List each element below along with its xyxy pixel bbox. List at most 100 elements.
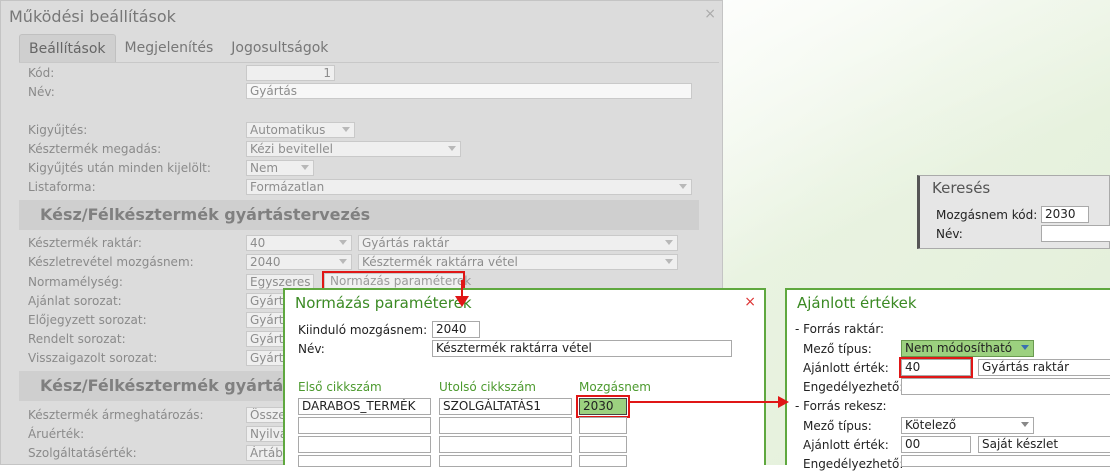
ajanlott-ertek-name[interactable]: Gyártás raktár [978,359,1110,376]
chevron-down-icon [339,259,347,264]
ajanlott-ertek2-name[interactable]: Saját készlet [978,436,1110,453]
arrow-head-right-icon [778,396,789,408]
rendelt-field[interactable]: Gyárt [246,331,286,347]
engedelyezheto2-input[interactable] [901,455,1110,467]
visszaigazolt-label: Visszaigazolt sorozat: [28,351,158,365]
chevron-down-icon [1021,345,1029,350]
normamelyseg-label: Normamélység: [28,275,123,289]
elojegyzett-field[interactable]: Gyárt [246,312,286,328]
mozgasnem-name-select[interactable]: Késztermék raktárra vétel [358,254,678,270]
chevron-down-icon [665,240,673,245]
kereses-mozgasnem-label: Mozgásnem kód: [936,208,1038,222]
section-gyartastervezes: Kész/Félkésztermék gyártástervezés [19,200,699,230]
row4-utolso-cikkszam[interactable] [439,455,572,467]
mezo-tipus2-select[interactable]: Kötelező [901,417,1034,434]
kereses-nev-input[interactable] [1041,225,1110,242]
row4-elso-cikkszam[interactable] [298,455,431,467]
tab-beallitasok[interactable]: Beállítások [19,34,116,62]
forras-rekesz-label: - Forrás rekesz: [795,399,887,413]
row3-utolso-cikkszam[interactable] [439,436,572,453]
aruertek-label: Áruérték: [28,427,85,441]
ajanlott-title: Ajánlott értékek [797,294,917,312]
engedelyezheto-label: Engedélyezhető: [803,380,904,394]
mozgasnem-name: Késztermék raktárra vétel [362,255,518,269]
mozgasnem-code-select[interactable]: 2040 [246,254,352,270]
col-utolso-cikkszam: Utolsó cikkszám [439,380,536,394]
armeg-field[interactable]: Össze [246,407,286,423]
listaforma-label: Listaforma: [28,180,96,194]
ajanlat-label: Ajánlat sorozat: [28,294,122,308]
ajanlott-ertekek-popup: Ajánlott értékek - Forrás raktár: Mező t… [785,288,1110,471]
keszmegadas-label: Késztermék megadás: [28,142,162,156]
raktar-name: Gyártás raktár [362,236,450,250]
raktar-code-select[interactable]: 40 [246,235,352,251]
listaforma-select[interactable]: Formázatlan [246,179,692,195]
nev-label: Név: [28,85,55,99]
kigyujtes-select[interactable]: Automatikus [246,122,355,138]
row3-elso-cikkszam[interactable] [298,436,431,453]
tab-megjelenites[interactable]: Megjelenítés [116,34,223,62]
kigyujtes-utan-value: Nem [250,161,279,175]
kigyujtes-utan-label: Kigyűjtés után minden kijelölt: [28,161,211,175]
engedelyezheto-input[interactable] [901,378,1110,395]
kod-label: Kód: [28,66,55,80]
chevron-down-icon [339,240,347,245]
chevron-down-icon [342,127,350,132]
kiindulo-label: Kiinduló mozgásnem: [298,323,428,337]
col-elso-cikkszam: Első cikkszám [298,380,382,394]
row1-elso-cikkszam[interactable]: DARABOS_TERMÉK [298,398,431,415]
normazas-nev-input[interactable]: Késztermék raktárra vétel [432,340,732,357]
row4-mozgasnem[interactable] [579,455,627,467]
row3-mozgasnem[interactable] [579,436,627,453]
kereses-title: Keresés [932,179,991,197]
mezo-tipus-value: Nem módosítható [905,341,1013,355]
mezo-tipus-label: Mező típus: [803,342,872,356]
ajanlat-field[interactable]: Gyárt [246,293,286,309]
row1-utolso-cikkszam[interactable]: SZOLGÁLTATÁS1 [439,398,572,415]
tab-jogosultsagok[interactable]: Jogosultságok [222,34,337,62]
normazas-nev-label: Név: [298,342,325,356]
close-icon[interactable]: × [744,294,756,310]
col-mozgasnem: Mozgásnem [579,380,651,394]
ajanlott-ertek-label: Ajánlott érték: [803,361,889,375]
dialog-title: Működési beállítások [9,7,176,26]
row2-mozgasnem[interactable] [579,417,627,434]
chevron-down-icon [665,259,673,264]
szolg-label: Szolgáltatásérték: [28,446,137,460]
row2-utolso-cikkszam[interactable] [439,417,572,434]
row2-elso-cikkszam[interactable] [298,417,431,434]
normazas-title: Normázás paraméterek [295,294,472,312]
mozgasnem-code: 2040 [250,255,281,269]
nev-field[interactable]: Gyártás [246,83,692,99]
keszmegadas-value: Kézi bevitellel [250,142,334,156]
elojegyzett-label: Előjegyzett sorozat: [28,313,147,327]
visszaigazolt-field[interactable]: Gyárt [246,350,286,366]
ajanlott-ertek2-code[interactable]: 00 [901,436,971,453]
forras-raktar-label: - Forrás raktár: [795,322,885,336]
tab-divider [19,62,719,63]
mezo-tipus2-value: Kötelező [905,418,957,432]
normazas-popup: Normázás paraméterek × Kiinduló mozgásne… [283,288,766,467]
engedelyezheto2-label: Engedélyezhető: [803,457,904,471]
kiindulo-input[interactable]: 2040 [432,321,480,338]
keszmegadas-select[interactable]: Kézi bevitellel [246,141,461,157]
mezo-tipus-select[interactable]: Nem módosítható [901,340,1034,357]
listaforma-value: Formázatlan [250,180,325,194]
kereses-mozgasnem-input[interactable]: 2030 [1041,206,1089,223]
arrow-head-down-icon [455,296,469,307]
kigyujtes-utan-select[interactable]: Nem [246,160,314,176]
raktar-name-select[interactable]: Gyártás raktár [358,235,678,251]
rendelt-label: Rendelt sorozat: [28,332,126,346]
armeg-label: Késztermék ármeghatározás: [28,408,204,422]
raktar-code: 40 [250,236,266,250]
kigyujtes-label: Kigyűjtés: [28,123,88,137]
aruertek-field[interactable]: Nyilvá [246,426,286,442]
kod-field[interactable]: 1 [246,65,335,81]
chevron-down-icon [679,184,687,189]
chevron-down-icon [301,165,309,170]
chevron-down-icon [1021,422,1029,427]
szolg-field[interactable]: Ártábl [246,445,286,461]
chevron-down-icon [448,146,456,151]
mozgasnem-label: Készletrevétel mozgásnem: [28,255,194,269]
close-icon[interactable]: × [704,6,716,22]
